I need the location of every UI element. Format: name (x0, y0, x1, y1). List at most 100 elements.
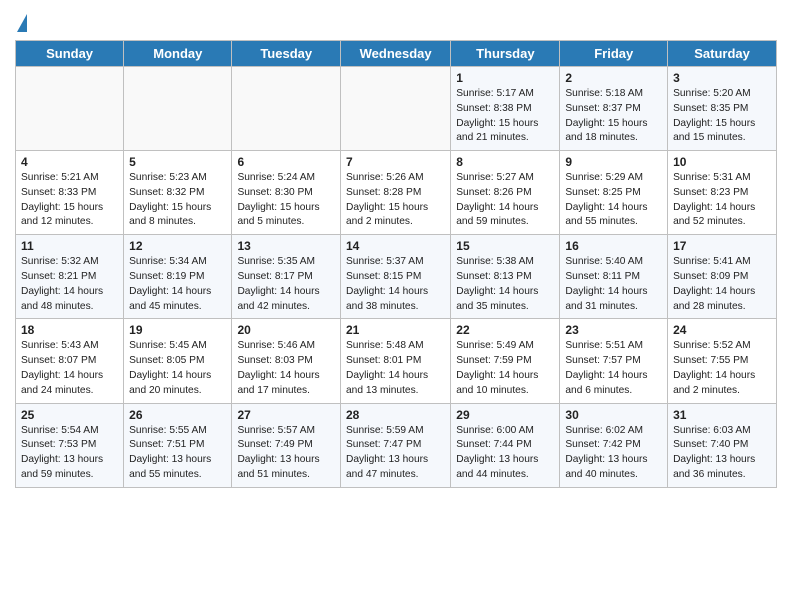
calendar-cell: 14 Sunrise: 5:37 AMSunset: 8:15 PMDayligh… (341, 235, 451, 319)
day-number: 15 (456, 239, 554, 253)
day-info: Sunrise: 5:23 AMSunset: 8:32 PMDaylight:… (129, 171, 226, 230)
calendar-cell: 8Sunrise: 5:27 AMSunset: 8:26 PMDaylight… (451, 151, 560, 235)
day-info: Sunrise: 6:02 AMSunset: 7:42 PMDaylight:… (565, 424, 662, 483)
day-info: Sunrise: 5:17 AMSunset: 8:38 PMDaylight:… (456, 87, 554, 146)
day-info: Sunrise: 5:24 AMSunset: 8:30 PMDaylight:… (237, 171, 335, 230)
day-info: Sunrise: 5:20 AMSunset: 8:35 PMDaylight:… (673, 87, 771, 146)
day-info: Sunrise: 6:00 AMSunset: 7:44 PMDaylight:… (456, 424, 554, 483)
day-info: Sunrise: 5:40 AMSunset: 8:11 PMDaylight:… (565, 255, 662, 314)
day-info: Sunrise: 5:59 AMSunset: 7:47 PMDaylight:… (346, 424, 445, 483)
calendar-header-monday: Monday (124, 41, 232, 67)
day-info: Sunrise: 5:57 AMSunset: 7:49 PMDaylight:… (237, 424, 335, 483)
day-info: Sunrise: 5:21 AMSunset: 8:33 PMDaylight:… (21, 171, 118, 230)
calendar-cell: 31Sunrise: 6:03 AMSunset: 7:40 PMDayligh… (668, 403, 777, 487)
calendar-cell: 19 Sunrise: 5:45 AMSunset: 8:05 PMDayligh… (124, 319, 232, 403)
calendar-cell: 16Sunrise: 5:40 AMSunset: 8:11 PMDayligh… (560, 235, 668, 319)
day-number: 6 (237, 155, 335, 169)
calendar-header-friday: Friday (560, 41, 668, 67)
calendar-cell (232, 67, 341, 151)
day-info: Sunrise: 5:41 AMSunset: 8:09 PMDaylight:… (673, 255, 771, 314)
logo-triangle-icon (17, 14, 27, 32)
calendar-cell: 11 Sunrise: 5:32 AMSunset: 8:21 PMDayligh… (16, 235, 124, 319)
day-info: Sunrise: 5:55 AMSunset: 7:51 PMDaylight:… (129, 424, 226, 483)
calendar-cell: 18Sunrise: 5:43 AMSunset: 8:07 PMDayligh… (16, 319, 124, 403)
calendar-cell: 26 Sunrise: 5:55 AMSunset: 7:51 PMDayligh… (124, 403, 232, 487)
day-info: Sunrise: 5:45 AMSunset: 8:05 PMDaylight:… (129, 339, 226, 398)
logo (15, 14, 27, 34)
day-info: Sunrise: 5:54 AMSunset: 7:53 PMDaylight:… (21, 424, 118, 483)
day-info: Sunrise: 5:46 AMSunset: 8:03 PMDaylight:… (237, 339, 335, 398)
calendar-week-row: 1 Sunrise: 5:17 AMSunset: 8:38 PMDaylight… (16, 67, 777, 151)
day-info: Sunrise: 5:43 AMSunset: 8:07 PMDaylight:… (21, 339, 118, 398)
day-number: 3 (673, 71, 771, 85)
day-number: 4 (21, 155, 118, 169)
day-info: Sunrise: 6:03 AMSunset: 7:40 PMDaylight:… (673, 424, 771, 483)
day-info: Sunrise: 5:32 AMSunset: 8:21 PMDaylight:… (21, 255, 118, 314)
day-number: 14 (346, 239, 445, 253)
day-number: 20 (237, 323, 335, 337)
calendar-cell: 12 Sunrise: 5:34 AMSunset: 8:19 PMDayligh… (124, 235, 232, 319)
day-number: 22 (456, 323, 554, 337)
calendar-header-tuesday: Tuesday (232, 41, 341, 67)
calendar-cell: 17 Sunrise: 5:41 AMSunset: 8:09 PMDayligh… (668, 235, 777, 319)
day-info: Sunrise: 5:52 AMSunset: 7:55 PMDaylight:… (673, 339, 771, 398)
calendar-cell: 6 Sunrise: 5:24 AMSunset: 8:30 PMDaylight… (232, 151, 341, 235)
day-info: Sunrise: 5:35 AMSunset: 8:17 PMDaylight:… (237, 255, 335, 314)
calendar-cell: 25 Sunrise: 5:54 AMSunset: 7:53 PMDayligh… (16, 403, 124, 487)
day-info: Sunrise: 5:27 AMSunset: 8:26 PMDaylight:… (456, 171, 554, 230)
calendar-cell: 20 Sunrise: 5:46 AMSunset: 8:03 PMDayligh… (232, 319, 341, 403)
day-info: Sunrise: 5:26 AMSunset: 8:28 PMDaylight:… (346, 171, 445, 230)
day-number: 30 (565, 408, 662, 422)
day-number: 24 (673, 323, 771, 337)
day-info: Sunrise: 5:51 AMSunset: 7:57 PMDaylight:… (565, 339, 662, 398)
day-number: 19 (129, 323, 226, 337)
calendar-cell: 22 Sunrise: 5:49 AMSunset: 7:59 PMDayligh… (451, 319, 560, 403)
day-number: 27 (237, 408, 335, 422)
calendar-cell (124, 67, 232, 151)
calendar-week-row: 11 Sunrise: 5:32 AMSunset: 8:21 PMDayligh… (16, 235, 777, 319)
day-info: Sunrise: 5:48 AMSunset: 8:01 PMDaylight:… (346, 339, 445, 398)
day-number: 23 (565, 323, 662, 337)
calendar-cell: 5 Sunrise: 5:23 AMSunset: 8:32 PMDaylight… (124, 151, 232, 235)
day-number: 12 (129, 239, 226, 253)
calendar-week-row: 18Sunrise: 5:43 AMSunset: 8:07 PMDayligh… (16, 319, 777, 403)
day-info: Sunrise: 5:38 AMSunset: 8:13 PMDaylight:… (456, 255, 554, 314)
day-number: 10 (673, 155, 771, 169)
calendar-cell: 10 Sunrise: 5:31 AMSunset: 8:23 PMDayligh… (668, 151, 777, 235)
calendar-cell: 13 Sunrise: 5:35 AMSunset: 8:17 PMDayligh… (232, 235, 341, 319)
day-info: Sunrise: 5:37 AMSunset: 8:15 PMDaylight:… (346, 255, 445, 314)
calendar-header-thursday: Thursday (451, 41, 560, 67)
calendar-cell: 28 Sunrise: 5:59 AMSunset: 7:47 PMDayligh… (341, 403, 451, 487)
calendar-cell (341, 67, 451, 151)
calendar-table: SundayMondayTuesdayWednesdayThursdayFrid… (15, 40, 777, 488)
day-number: 1 (456, 71, 554, 85)
header (15, 10, 777, 34)
calendar-cell: 29 Sunrise: 6:00 AMSunset: 7:44 PMDayligh… (451, 403, 560, 487)
calendar-cell: 27 Sunrise: 5:57 AMSunset: 7:49 PMDayligh… (232, 403, 341, 487)
day-number: 26 (129, 408, 226, 422)
day-number: 17 (673, 239, 771, 253)
day-number: 28 (346, 408, 445, 422)
calendar-week-row: 4 Sunrise: 5:21 AMSunset: 8:33 PMDaylight… (16, 151, 777, 235)
calendar-cell: 1 Sunrise: 5:17 AMSunset: 8:38 PMDaylight… (451, 67, 560, 151)
calendar-week-row: 25 Sunrise: 5:54 AMSunset: 7:53 PMDayligh… (16, 403, 777, 487)
calendar-header-saturday: Saturday (668, 41, 777, 67)
day-info: Sunrise: 5:29 AMSunset: 8:25 PMDaylight:… (565, 171, 662, 230)
page: SundayMondayTuesdayWednesdayThursdayFrid… (0, 0, 792, 503)
calendar-header-sunday: Sunday (16, 41, 124, 67)
day-number: 11 (21, 239, 118, 253)
calendar-cell: 23 Sunrise: 5:51 AMSunset: 7:57 PMDayligh… (560, 319, 668, 403)
calendar-cell: 30 Sunrise: 6:02 AMSunset: 7:42 PMDayligh… (560, 403, 668, 487)
day-number: 29 (456, 408, 554, 422)
day-number: 21 (346, 323, 445, 337)
day-number: 7 (346, 155, 445, 169)
calendar-cell: 7 Sunrise: 5:26 AMSunset: 8:28 PMDaylight… (341, 151, 451, 235)
calendar-cell: 4 Sunrise: 5:21 AMSunset: 8:33 PMDaylight… (16, 151, 124, 235)
day-number: 13 (237, 239, 335, 253)
day-number: 25 (21, 408, 118, 422)
day-info: Sunrise: 5:49 AMSunset: 7:59 PMDaylight:… (456, 339, 554, 398)
day-info: Sunrise: 5:31 AMSunset: 8:23 PMDaylight:… (673, 171, 771, 230)
day-number: 2 (565, 71, 662, 85)
day-number: 5 (129, 155, 226, 169)
day-info: Sunrise: 5:34 AMSunset: 8:19 PMDaylight:… (129, 255, 226, 314)
